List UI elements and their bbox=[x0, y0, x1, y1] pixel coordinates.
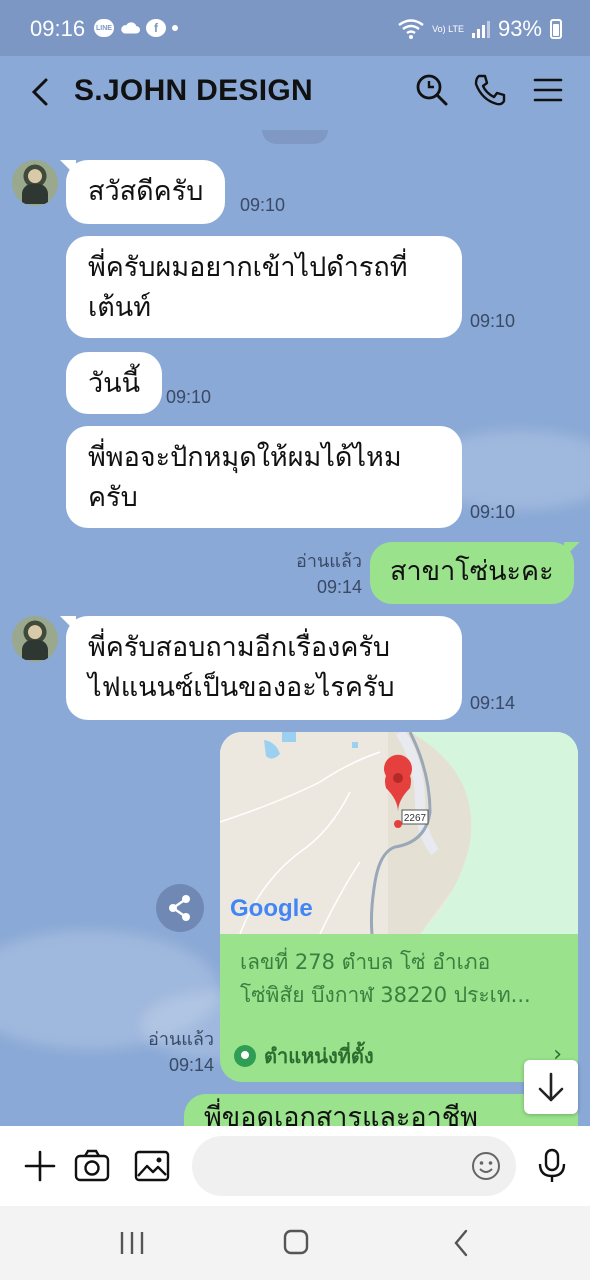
more-notifications-dot bbox=[172, 25, 178, 31]
battery-percent: 93% bbox=[497, 16, 542, 41]
search-icon[interactable] bbox=[414, 72, 450, 108]
message-text: วันนี้ bbox=[88, 368, 141, 399]
recent-apps-icon[interactable] bbox=[112, 1226, 152, 1260]
message-text: สาขาโซ่นะคะ bbox=[390, 556, 554, 587]
status-time: 09:16 bbox=[30, 16, 86, 41]
message-bubble[interactable]: สวัสดีครับ bbox=[66, 160, 226, 224]
message-time: 09:10 bbox=[166, 387, 212, 407]
microphone-icon[interactable] bbox=[532, 1146, 572, 1186]
message-field[interactable] bbox=[192, 1136, 516, 1196]
location-address: เลขที่ 278 ตำบล โซ่ อำเภอ โซ่พิสัย บึงกา… bbox=[240, 946, 560, 1012]
emoji-icon[interactable] bbox=[470, 1150, 502, 1182]
message-bubble[interactable]: พี่ครับผมอยากเข้าไปดำรถที่ เต้นท์ bbox=[66, 236, 462, 338]
contact-avatar[interactable] bbox=[12, 616, 58, 662]
map-image: 2267 Google bbox=[220, 732, 578, 934]
message-bubble[interactable]: วันนี้ bbox=[66, 352, 163, 414]
chat-header: S.JOHN DESIGN bbox=[0, 56, 590, 130]
address-line: เลขที่ 278 ตำบล โซ่ อำเภอ bbox=[240, 950, 491, 974]
scroll-to-bottom-button[interactable] bbox=[524, 1060, 578, 1114]
message-time: 09:10 bbox=[240, 195, 286, 215]
my-message-bubble[interactable]: พี่ขอดูเอกสารและอาชีพ bbox=[184, 1094, 578, 1126]
image-icon[interactable] bbox=[132, 1146, 172, 1186]
map-road-label: 2267 bbox=[404, 813, 427, 824]
share-button[interactable] bbox=[156, 884, 204, 932]
arrow-down-icon bbox=[538, 1072, 564, 1102]
plus-icon[interactable] bbox=[20, 1146, 60, 1186]
contact-avatar[interactable] bbox=[12, 160, 58, 206]
back-nav-icon[interactable] bbox=[442, 1226, 482, 1260]
phone-call-icon[interactable] bbox=[472, 72, 508, 108]
message-time: 09:14 bbox=[316, 577, 362, 597]
message-bubble[interactable]: พี่ครับสอบถามอีกเรื่องครับ ไฟแนนซ์เป็นขอ… bbox=[66, 616, 462, 720]
message-time: 09:14 bbox=[470, 693, 516, 713]
message-text: พี่พอจะปักหมุดให้ผมได้ไหม bbox=[88, 442, 402, 473]
chat-title: S.JOHN DESIGN bbox=[74, 74, 313, 107]
chat-area[interactable]: สวัสดีครับ 09:10 พี่ครับผมอยากเข้าไปดำรถ… bbox=[0, 130, 590, 1126]
message-input-bar bbox=[0, 1126, 590, 1206]
message-text: ครับ bbox=[88, 482, 138, 513]
location-link[interactable]: ตำแหน่งที่ตั้ง bbox=[234, 1040, 374, 1072]
camera-icon[interactable] bbox=[72, 1146, 112, 1186]
read-receipt: อ่านแล้ว 09:14 bbox=[290, 548, 362, 600]
message-input[interactable] bbox=[212, 1148, 462, 1184]
map-preview[interactable]: 2267 Google bbox=[220, 732, 578, 934]
google-logo: Google bbox=[230, 895, 313, 922]
status-right: Vo) LTE 93% bbox=[398, 16, 562, 42]
message-text: ไฟแนนซ์เป็นของอะไรครับ bbox=[88, 672, 395, 703]
home-icon[interactable] bbox=[276, 1226, 316, 1260]
message-text: พี่ครับผมอยากเข้าไปดำรถที่ bbox=[88, 252, 408, 283]
read-label: อ่านแล้ว bbox=[148, 1029, 214, 1049]
message-time: 09:10 bbox=[470, 502, 516, 522]
address-line: โซ่พิสัย บึงกาฬ 38220 ประเท... bbox=[240, 983, 531, 1007]
back-icon[interactable] bbox=[26, 72, 56, 112]
cloud-icon bbox=[120, 19, 140, 37]
battery-icon bbox=[550, 19, 562, 39]
message-text: พี่ครับสอบถามอีกเรื่องครับ bbox=[88, 632, 391, 663]
wifi-icon bbox=[398, 19, 424, 39]
notification-icons: LINE f bbox=[94, 19, 178, 37]
line-app-icon: LINE bbox=[94, 19, 114, 37]
location-pin-icon bbox=[234, 1045, 256, 1067]
message-bubble[interactable]: พี่พอจะปักหมุดให้ผมได้ไหม ครับ bbox=[66, 426, 462, 528]
message-text: เต้นท์ bbox=[88, 292, 152, 323]
message-text: พี่ขอดูเอกสารและอาชีพ bbox=[204, 1102, 478, 1126]
menu-icon[interactable] bbox=[530, 72, 566, 108]
volte-indicator: Vo) LTE bbox=[432, 23, 464, 34]
facebook-icon: f bbox=[146, 19, 166, 37]
my-message-bubble[interactable]: สาขาโซ่นะคะ bbox=[370, 542, 574, 604]
share-icon bbox=[169, 895, 190, 921]
read-label: อ่านแล้ว bbox=[296, 551, 362, 571]
message-time: 09:14 bbox=[168, 1055, 214, 1075]
scroll-indicator bbox=[262, 130, 328, 144]
message-time: 09:10 bbox=[470, 311, 516, 331]
status-bar: 09:16 LINE f Vo) LTE 93% bbox=[0, 0, 590, 56]
system-nav-bar bbox=[0, 1206, 590, 1280]
location-message[interactable]: 2267 Google เลขที่ 278 ตำบล โซ่ อำเภอ โซ… bbox=[220, 732, 578, 1082]
signal-icon bbox=[471, 20, 490, 38]
location-label: ตำแหน่งที่ตั้ง bbox=[264, 1044, 374, 1068]
message-text: สวัสดีครับ bbox=[88, 176, 204, 207]
read-receipt: อ่านแล้ว 09:14 bbox=[138, 1026, 214, 1078]
